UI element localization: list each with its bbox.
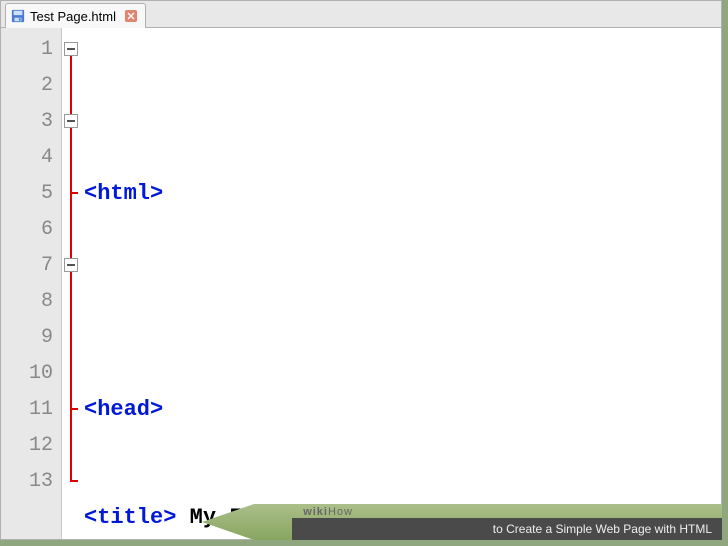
line-number: 11 bbox=[1, 392, 53, 428]
code-line: <html> bbox=[84, 176, 721, 212]
line-number: 4 bbox=[1, 140, 53, 176]
close-tab-icon[interactable] bbox=[125, 10, 137, 22]
watermark-title: to Create a Simple Web Page with HTML bbox=[493, 522, 712, 536]
line-number: 5 bbox=[1, 176, 53, 212]
line-number: 3 bbox=[1, 104, 53, 140]
line-number: 9 bbox=[1, 320, 53, 356]
code-line bbox=[84, 284, 721, 320]
line-number: 12 bbox=[1, 428, 53, 464]
fold-end-tick bbox=[70, 480, 78, 482]
tab-filename: Test Page.html bbox=[30, 9, 116, 24]
line-gutter: 1 2 3 4 5 6 7 8 9 10 11 12 13 bbox=[1, 28, 62, 539]
tab-bar: Test Page.html bbox=[1, 1, 721, 28]
code-editor[interactable]: 1 2 3 4 5 6 7 8 9 10 11 12 13 bbox=[1, 28, 721, 539]
file-tab[interactable]: Test Page.html bbox=[5, 3, 146, 28]
fold-toggle-icon[interactable] bbox=[64, 42, 78, 56]
line-number: 6 bbox=[1, 212, 53, 248]
editor-window: Test Page.html 1 2 3 4 5 6 7 8 9 10 11 1… bbox=[0, 0, 722, 540]
current-line-highlight bbox=[80, 462, 721, 496]
fold-end-tick bbox=[70, 408, 78, 410]
fold-column bbox=[62, 28, 80, 539]
watermark-brand: wikiHow bbox=[303, 506, 353, 518]
line-number: 7 bbox=[1, 248, 53, 284]
fold-end-tick bbox=[70, 192, 78, 194]
line-number: 10 bbox=[1, 356, 53, 392]
code-line: <head> bbox=[84, 392, 721, 428]
fold-toggle-icon[interactable] bbox=[64, 114, 78, 128]
line-number: 8 bbox=[1, 284, 53, 320]
line-number: 2 bbox=[1, 68, 53, 104]
line-number: 13 bbox=[1, 464, 53, 500]
code-area[interactable]: <html> <head> <title> My First Webpage <… bbox=[80, 28, 721, 539]
fold-toggle-icon[interactable] bbox=[64, 258, 78, 272]
save-disk-icon bbox=[11, 9, 25, 23]
watermark-ribbon: to Create a Simple Web Page with HTML bbox=[292, 518, 722, 540]
line-number: 1 bbox=[1, 32, 53, 68]
